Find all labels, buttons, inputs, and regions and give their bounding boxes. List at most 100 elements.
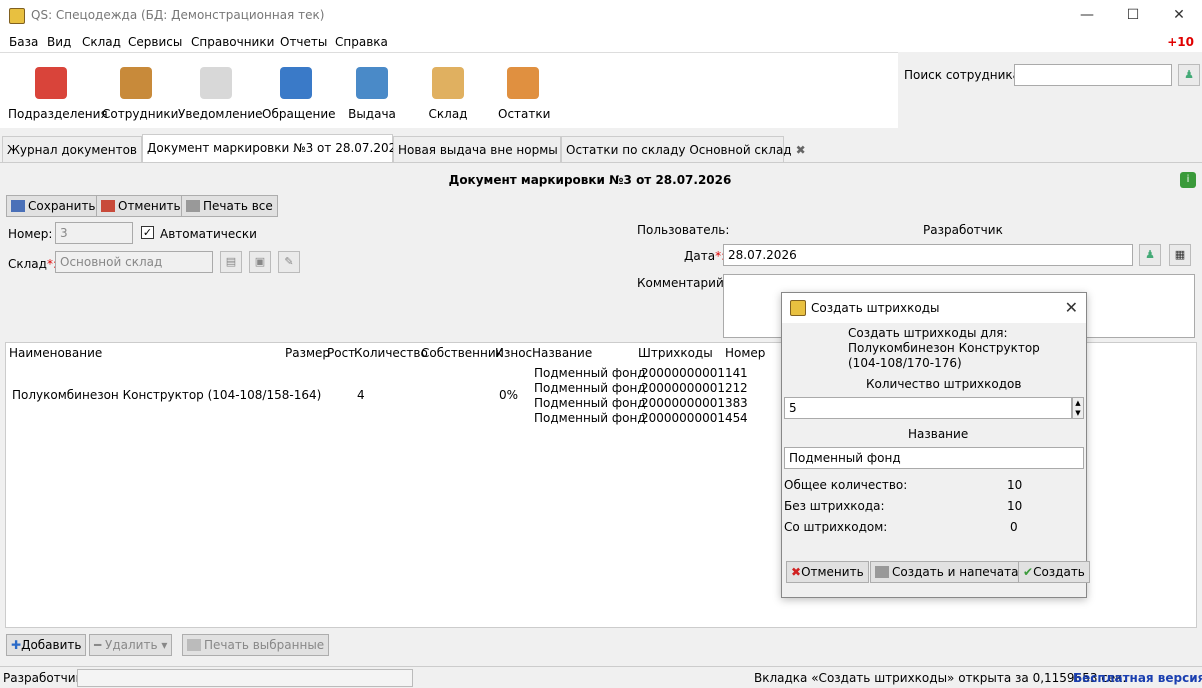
- menu-services[interactable]: Сервисы: [128, 35, 182, 49]
- cancel-x-icon: ✖: [791, 565, 802, 579]
- minimize-button[interactable]: —: [1064, 0, 1110, 32]
- warehouse-field[interactable]: Основной склад: [55, 251, 213, 273]
- barcode-name-field[interactable]: Подменный фонд: [784, 447, 1084, 469]
- date-field[interactable]: 28.07.2026: [723, 244, 1133, 266]
- create-and-print-button[interactable]: Создать и напечатать: [870, 561, 1038, 583]
- free-version-link[interactable]: Бесплатная версия: [1073, 671, 1202, 685]
- menu-references[interactable]: Справочники: [191, 35, 274, 49]
- number-label: Номер:: [8, 227, 53, 241]
- calendar-button[interactable]: ▦: [1169, 244, 1191, 266]
- barcode-count-field[interactable]: 5: [784, 397, 1072, 419]
- delete-button[interactable]: ━ Удалить ▾: [89, 634, 173, 656]
- user-value: Разработчик: [923, 223, 1003, 237]
- delete-icon: ━: [94, 638, 106, 652]
- column-header-owner[interactable]: Собственник: [421, 346, 503, 360]
- employee-search-input[interactable]: [1014, 64, 1172, 86]
- dialog-cancel-button[interactable]: ✖Отменить: [786, 561, 869, 583]
- column-header-height[interactable]: Рост: [327, 346, 355, 360]
- tab-close-icon[interactable]: ✖: [796, 143, 806, 157]
- user-label: Пользователь:: [637, 223, 730, 237]
- create-button[interactable]: ✔Создать: [1018, 561, 1090, 583]
- mailbox-icon: [280, 67, 312, 99]
- menu-view[interactable]: Вид: [47, 35, 71, 49]
- dialog-close-icon[interactable]: ✕: [1065, 298, 1078, 317]
- row-barcode: 2000000000145: [641, 411, 741, 425]
- checkmark-icon: ✔: [1023, 565, 1034, 579]
- cancel-label: Отменить: [118, 199, 181, 213]
- document-tabs: Журнал документов✖ Документ маркировки №…: [0, 134, 1202, 162]
- warehouse-edit-button[interactable]: ✎: [278, 251, 300, 273]
- toolbar-remains-button[interactable]: Остатки: [498, 67, 551, 125]
- toolbar-notification-button[interactable]: Уведомление: [178, 67, 263, 125]
- status-bar: Разработчик Вкладка «Создать штрихкоды» …: [0, 666, 1202, 688]
- notification-counter[interactable]: +10: [1167, 35, 1194, 49]
- plus-icon: ✚: [11, 638, 22, 652]
- tab-marking-document[interactable]: Документ маркировки №3 от 28.07.2026✖: [142, 134, 418, 162]
- toolbar-label: Сотрудники: [102, 107, 179, 121]
- warehouse-select-button[interactable]: ▤: [220, 251, 242, 273]
- toolbar-request-button[interactable]: Обращение: [262, 67, 336, 125]
- status-message: Вкладка «Создать штрихкоды» открыта за 0…: [754, 671, 1127, 685]
- user-icon: ♟: [1145, 248, 1155, 261]
- dialog-count-label: Количество штрихкодов: [866, 377, 1022, 391]
- toolbar-label: Выдача: [348, 107, 396, 121]
- toolbar-warehouse-button[interactable]: Склад: [428, 67, 468, 125]
- item-wear: 0%: [499, 388, 519, 402]
- employee-search-label: Поиск сотрудника:: [904, 68, 1025, 82]
- auto-number-checkbox[interactable]: ✓: [141, 226, 154, 239]
- menu-reports[interactable]: Отчеты: [280, 35, 327, 49]
- employee-select-button[interactable]: ♟: [1178, 64, 1200, 86]
- close-window-button[interactable]: ✕: [1156, 0, 1202, 32]
- dialog-with-label: Со штрихкодом:: [784, 520, 888, 534]
- print-selected-button[interactable]: Печать выбранные: [182, 634, 330, 656]
- column-header-title[interactable]: Название: [532, 346, 592, 360]
- info-icon[interactable]: i: [1180, 172, 1196, 188]
- dialog-with-value: 0: [1010, 520, 1018, 534]
- tab-documents-journal[interactable]: Журнал документов✖: [2, 136, 151, 162]
- maximize-button[interactable]: ☐: [1110, 0, 1156, 32]
- column-header-name[interactable]: Наименование: [9, 346, 102, 360]
- warehouse-label: Склад*:: [8, 257, 57, 271]
- window-title: QS: Спецодежда (БД: Демонстрационная тек…: [31, 8, 325, 22]
- printer-icon: [187, 639, 201, 651]
- row-fund: Подменный фонд: [534, 411, 646, 425]
- date-label: Дата*:: [684, 249, 725, 263]
- date-user-button[interactable]: ♟: [1139, 244, 1161, 266]
- toolbar-label: Остатки: [498, 107, 551, 121]
- cancel-button[interactable]: Отменить: [96, 195, 186, 217]
- print-all-button[interactable]: Печать все: [181, 195, 278, 217]
- tab-new-issue[interactable]: Новая выдача вне нормы✖: [393, 136, 572, 162]
- column-header-size[interactable]: Размер: [285, 346, 330, 360]
- table-actions-bar: ✚Добавить ━ Удалить ▾ Печать выбранные: [0, 630, 1202, 660]
- menu-base[interactable]: База: [9, 35, 38, 49]
- app-icon: [790, 300, 806, 316]
- number-field[interactable]: 3: [55, 222, 133, 244]
- add-button[interactable]: ✚Добавить: [6, 634, 87, 656]
- column-header-wear[interactable]: Износ: [495, 346, 532, 360]
- warehouse-open-button[interactable]: ▣: [249, 251, 271, 273]
- menu-help[interactable]: Справка: [335, 35, 388, 49]
- user-icon: ♟: [1184, 68, 1194, 81]
- column-header-barcodes[interactable]: Штрихкоды: [638, 346, 713, 360]
- menu-warehouse[interactable]: Склад: [82, 35, 121, 49]
- column-header-quantity[interactable]: Количество: [354, 346, 428, 360]
- row-number: 1: [740, 366, 748, 380]
- column-header-number[interactable]: Номер: [725, 346, 765, 360]
- toolbar-issue-button[interactable]: Выдача: [346, 67, 398, 125]
- delete-label: Удалить: [105, 638, 158, 652]
- toolbar-departments-button[interactable]: Подразделения: [8, 67, 108, 125]
- tab-warehouse-remains[interactable]: Остатки по складу Основной склад ✖: [561, 136, 806, 162]
- row-barcode: 2000000000138: [641, 396, 741, 410]
- dialog-without-label: Без штрихкода:: [784, 499, 885, 513]
- toolbar-label: Обращение: [262, 107, 336, 121]
- toolbar-label: Склад: [428, 107, 468, 121]
- toolbar-employees-button[interactable]: Сотрудники: [102, 67, 179, 125]
- save-button[interactable]: Сохранить: [6, 195, 101, 217]
- count-spinner[interactable]: ▲ ▼: [1072, 397, 1084, 419]
- row-number: 4: [740, 411, 748, 425]
- date-label-text: Дата: [684, 249, 716, 263]
- warehouse-label-text: Склад: [8, 257, 47, 271]
- auto-number-label: Автоматически: [160, 227, 257, 241]
- menu-bar: База Вид Склад Сервисы Справочники Отчет…: [0, 32, 1202, 52]
- dialog-cancel-label: Отменить: [801, 565, 864, 579]
